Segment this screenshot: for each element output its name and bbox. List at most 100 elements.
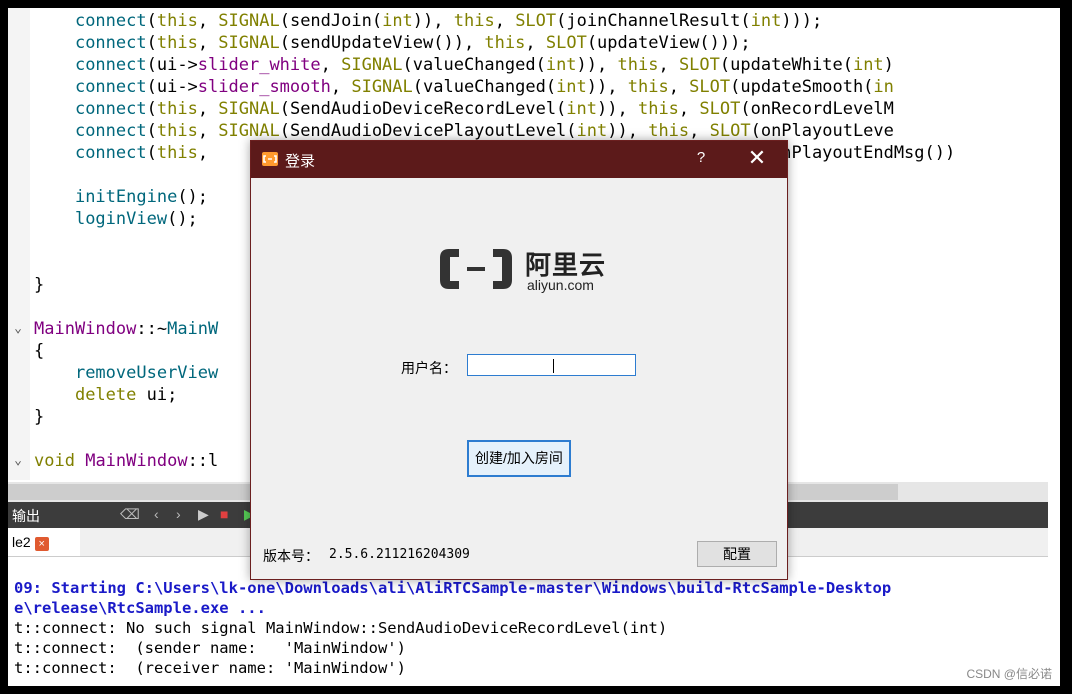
code-token: connect: [74, 143, 147, 163]
code-token: (onRecordLevelM: [740, 99, 894, 119]
output-title: 输出: [12, 508, 40, 524]
clear-icon[interactable]: ⌫: [120, 506, 140, 523]
fold-chevron-icon[interactable]: ⌄: [11, 318, 25, 340]
code-token: int: [556, 77, 587, 97]
code-token: SLOT: [515, 11, 557, 31]
watermark: CSDN @信必诺: [966, 667, 1052, 681]
code-token: int: [576, 121, 608, 141]
code-token: ,: [197, 11, 219, 31]
prev-icon[interactable]: ‹: [154, 506, 159, 522]
output-line: t::connect: (sender name: 'MainWindow'): [14, 639, 406, 657]
username-input[interactable]: [467, 354, 636, 376]
code-token: this: [627, 77, 669, 97]
output-log: 09: Starting C:\Users\lk-one\Downloads\a…: [14, 578, 1054, 678]
close-tab-icon[interactable]: ×: [34, 537, 49, 551]
editor-gutter: [8, 8, 30, 480]
code-token: int: [852, 55, 884, 75]
code-token: ();: [177, 187, 209, 207]
code-line: MainWindow::~MainW: [34, 318, 218, 340]
code-token: connect: [74, 99, 147, 119]
code-token: {: [34, 341, 45, 361]
output-line: t::connect: No such signal MainWindow::S…: [14, 619, 668, 637]
output-line: 09: Starting C:\Users\lk-one\Downloads\a…: [14, 579, 892, 597]
code-token: ::l: [187, 451, 219, 471]
code-token: SIGNAL: [341, 55, 403, 75]
username-label: 用户名：: [401, 360, 457, 376]
code-token: )),: [412, 11, 454, 31]
code-line: delete ui;: [34, 384, 177, 406]
code-token: (: [146, 11, 157, 31]
code-token: ,: [197, 99, 219, 119]
text-caret: [553, 359, 554, 373]
code-token: this: [617, 55, 659, 75]
code-token: (onPlayoutLeve: [750, 121, 894, 141]
code-token: int: [545, 55, 577, 75]
code-token: connect: [74, 11, 147, 31]
run-icon[interactable]: ▶: [198, 506, 209, 523]
code-line: connect(this, SIGNAL(sendUpdateView()), …: [34, 32, 751, 54]
code-token: this: [484, 33, 526, 53]
code-token: )));: [781, 11, 823, 31]
code-line: connect(ui->slider_white, SIGNAL(valueCh…: [34, 54, 894, 76]
code-token: this: [453, 11, 495, 31]
code-token: (updateWhite(: [719, 55, 853, 75]
dialog-titlebar[interactable]: 登录 ? ✕: [251, 141, 787, 178]
code-token: slider_smooth: [197, 77, 331, 97]
code-token: (: [146, 143, 157, 163]
code-line: void MainWindow::l: [34, 450, 218, 472]
code-token: )),: [586, 77, 628, 97]
dialog-title: 登录: [285, 153, 316, 170]
code-token: connect: [74, 77, 147, 97]
aliyun-icon: [262, 152, 278, 166]
code-token: (updateView()));: [586, 33, 751, 53]
code-token: ,: [668, 77, 690, 97]
code-token: (onPlayoutEndMsg()): [760, 143, 956, 163]
code-token: )),: [597, 99, 638, 119]
output-tab-label: le2: [12, 534, 31, 550]
code-token: ,: [197, 143, 209, 163]
code-token: MainWindow: [85, 451, 188, 471]
code-token: (joinChannelResult(: [556, 11, 751, 31]
code-token: SLOT: [699, 99, 741, 119]
code-token: this: [156, 99, 198, 119]
code-token: connect: [74, 55, 147, 75]
code-line: connect(this, SIGNAL(SendAudioDeviceReco…: [34, 98, 894, 120]
code-token: connect: [74, 33, 147, 53]
code-token: ,: [330, 77, 352, 97]
stop-icon[interactable]: ■: [220, 506, 228, 522]
code-token: (updateSmooth(: [730, 77, 874, 97]
code-token: SLOT: [545, 33, 587, 53]
code-token: (ui->: [146, 77, 198, 97]
code-token: )),: [607, 121, 649, 141]
code-token: ui;: [136, 385, 178, 405]
config-button[interactable]: 配置: [697, 541, 777, 567]
code-token: (valueChanged(: [412, 77, 557, 97]
code-token: ,: [525, 33, 546, 53]
create-join-room-button[interactable]: 创建/加入房间: [467, 440, 571, 477]
code-token: MainWindow: [34, 319, 137, 339]
help-button[interactable]: ?: [691, 149, 711, 166]
code-token: SLOT: [678, 55, 720, 75]
code-token: int: [382, 11, 413, 31]
code-token: this: [156, 143, 198, 163]
output-line: t::connect: (receiver name: 'MainWindow'…: [14, 659, 406, 677]
code-line: connect(this, SIGNAL(SendAudioDevicePlay…: [34, 120, 894, 142]
code-token: ,: [197, 121, 219, 141]
version-label: 版本号：: [263, 548, 319, 564]
code-token: initEngine: [74, 187, 178, 207]
code-token: slider_white: [197, 55, 321, 75]
fold-chevron-icon[interactable]: ⌄: [11, 450, 25, 472]
output-line: e\release\RtcSample.exe ...: [14, 599, 266, 617]
next-icon[interactable]: ›: [176, 506, 181, 522]
code-token: void: [34, 451, 75, 471]
code-line: {: [34, 340, 44, 362]
code-token: this: [648, 121, 690, 141]
code-token: (SendAudioDeviceRecordLevel(: [279, 99, 567, 119]
close-button[interactable]: ✕: [745, 145, 769, 171]
output-tab[interactable]: le2 ×: [8, 528, 80, 556]
code-token: }: [34, 407, 45, 427]
